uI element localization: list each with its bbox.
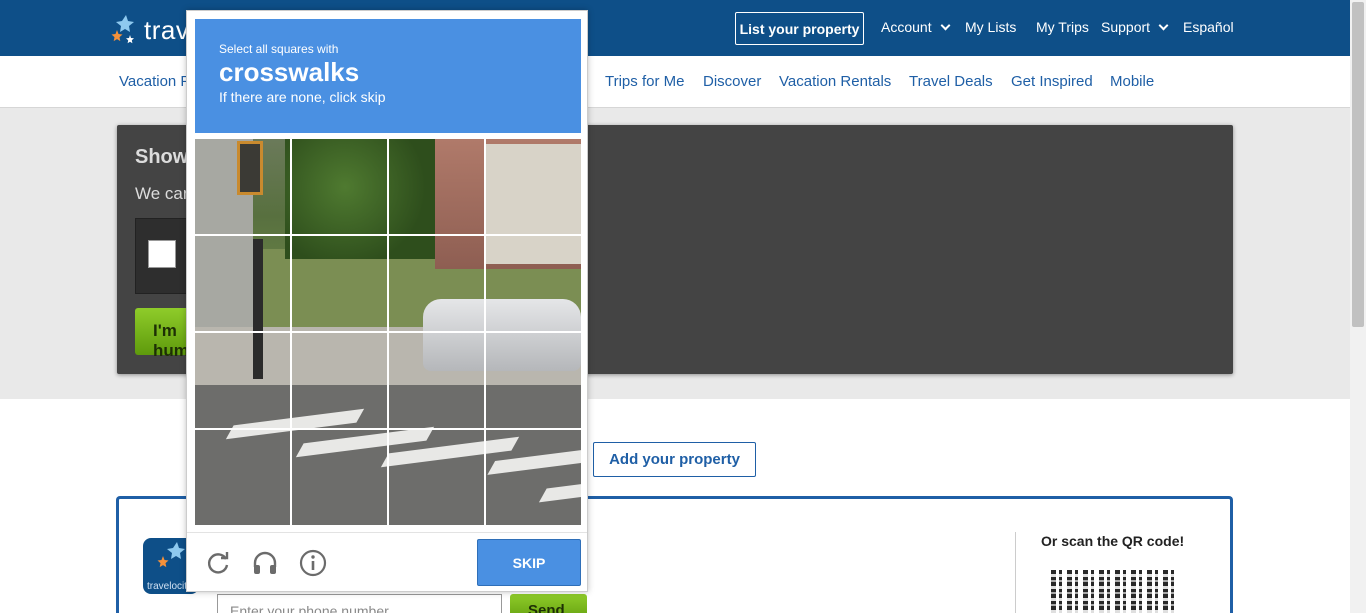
qr-label: Or scan the QR code! — [1041, 533, 1185, 549]
subnav-trips-for-me[interactable]: Trips for Me — [605, 73, 684, 90]
nav-my-trips[interactable]: My Trips — [1036, 19, 1089, 35]
grid-line — [195, 331, 581, 333]
logo-stars-icon — [111, 15, 134, 44]
captcha-tile[interactable] — [387, 427, 483, 525]
list-your-property-button[interactable]: List your property — [735, 12, 864, 45]
send-button[interactable]: Send — [510, 594, 587, 613]
subnav-get-inspired[interactable]: Get Inspired — [1011, 73, 1093, 90]
captcha-tile[interactable] — [195, 235, 291, 331]
subnav-discover[interactable]: Discover — [703, 73, 761, 90]
captcha-tile[interactable] — [483, 235, 581, 331]
captcha-tile[interactable] — [387, 235, 483, 331]
bot-checkbox[interactable] — [148, 240, 176, 268]
captcha-tile[interactable] — [195, 331, 291, 427]
captcha-tile[interactable] — [195, 427, 291, 525]
grid-line — [195, 234, 581, 236]
nav-language[interactable]: Español — [1183, 19, 1234, 35]
captcha-tile[interactable] — [483, 331, 581, 427]
captcha-tile[interactable] — [291, 235, 387, 331]
captcha-instruction: Select all squares with — [219, 42, 339, 56]
captcha-tile[interactable] — [291, 139, 387, 235]
captcha-tile[interactable] — [195, 139, 291, 235]
captcha-tile[interactable] — [387, 331, 483, 427]
captcha-skip-button[interactable]: SKIP — [477, 539, 581, 586]
captcha-tile[interactable] — [387, 139, 483, 235]
headphones-icon[interactable] — [251, 549, 279, 577]
captcha-image-grid — [195, 139, 581, 525]
captcha-tile[interactable] — [483, 139, 581, 235]
nav-my-lists[interactable]: My Lists — [965, 19, 1016, 35]
subnav-mobile[interactable]: Mobile — [1110, 73, 1154, 90]
nav-account[interactable]: Account — [881, 19, 951, 35]
grid-line — [195, 428, 581, 430]
nav-my-trips-label: My Trips — [1036, 19, 1089, 35]
phone-number-input[interactable]: Enter your phone number — [217, 594, 502, 613]
captcha-tile[interactable] — [483, 427, 581, 525]
captcha-target: crosswalks — [219, 57, 360, 87]
nav-support[interactable]: Support — [1101, 19, 1169, 35]
chevron-down-icon — [1158, 20, 1169, 30]
captcha-tile[interactable] — [291, 331, 387, 427]
captcha-hint: If there are none, click skip — [219, 89, 386, 105]
captcha-tile[interactable] — [291, 427, 387, 525]
subnav-travel-deals[interactable]: Travel Deals — [909, 73, 993, 90]
captcha-header: Select all squares with crosswalks If th… — [195, 19, 581, 133]
captcha-footer-divider — [187, 532, 587, 533]
subnav-vacation-rentals[interactable]: Vacation Rentals — [779, 73, 891, 90]
add-your-property-button[interactable]: Add your property — [593, 442, 756, 477]
info-icon[interactable] — [299, 549, 327, 577]
nav-language-label: Español — [1183, 19, 1234, 35]
nav-account-label: Account — [881, 19, 932, 35]
chevron-down-icon — [940, 20, 951, 30]
nav-my-lists-label: My Lists — [965, 19, 1017, 35]
captcha-challenge: Select all squares with crosswalks If th… — [186, 10, 588, 592]
divider — [1015, 532, 1016, 613]
qr-code-pattern — [1051, 570, 1175, 613]
nav-support-label: Support — [1101, 19, 1151, 35]
refresh-icon[interactable] — [204, 549, 232, 577]
scrollbar-thumb[interactable] — [1352, 2, 1364, 327]
